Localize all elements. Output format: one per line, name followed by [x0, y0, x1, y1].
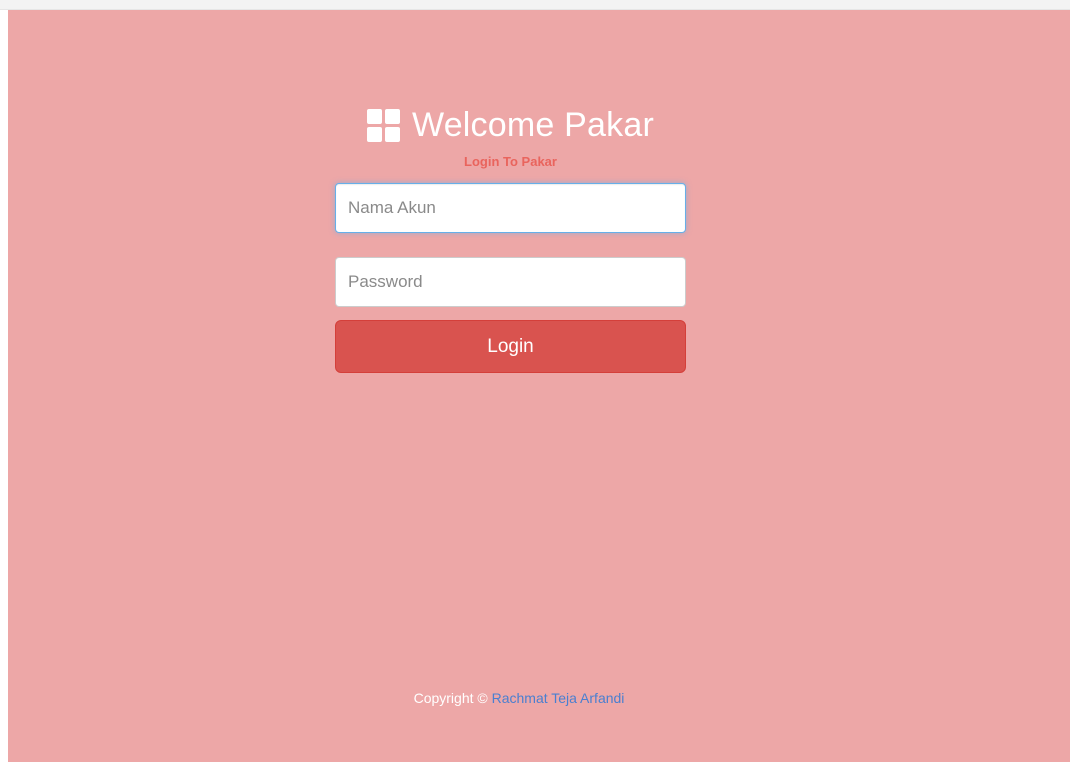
username-input[interactable]	[335, 183, 686, 233]
login-subtitle: Login To Pakar	[464, 154, 557, 169]
brand-header: Welcome Pakar	[335, 100, 686, 150]
login-button[interactable]: Login	[335, 320, 686, 373]
login-page: Welcome Pakar Login To Pakar Login Copyr…	[8, 10, 1070, 762]
copyright-text: Copyright ©	[413, 690, 492, 706]
author-link[interactable]: Rachmat Teja Arfandi	[492, 690, 625, 706]
page-title: Welcome Pakar	[412, 105, 654, 144]
browser-top-strip	[0, 0, 1070, 10]
windows-grid-icon	[367, 108, 401, 142]
password-input[interactable]	[335, 257, 686, 307]
footer: Copyright © Rachmat Teja Arfandi	[8, 690, 1030, 706]
login-box: Welcome Pakar Login To Pakar Login	[335, 100, 686, 373]
